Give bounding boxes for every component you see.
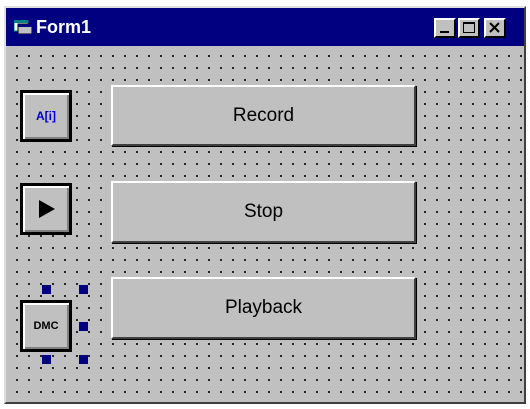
selection-handle-bottom-right[interactable] (79, 355, 88, 364)
array-control[interactable]: A[i] (20, 90, 72, 142)
play-control[interactable] (20, 183, 72, 235)
close-icon (489, 22, 500, 33)
title-bar[interactable]: Form1 (6, 8, 524, 46)
dmc-control[interactable]: DMC (20, 300, 72, 352)
selection-handle-right[interactable] (79, 322, 88, 331)
record-button-label: Record (232, 104, 295, 126)
record-button[interactable]: Record (111, 85, 416, 146)
dmc-control-label: DMC (33, 320, 59, 332)
selection-handle-top-left[interactable] (42, 285, 51, 294)
selection-handle-bottom-left[interactable] (42, 355, 51, 364)
selection-handle-top-right[interactable] (79, 285, 88, 294)
maximize-button[interactable] (458, 18, 480, 38)
play-icon (39, 200, 55, 218)
form-design-surface[interactable]: A[i] DMC Record Stop Playback (9, 48, 524, 402)
close-button[interactable] (484, 18, 506, 38)
form-window: Form1 A[i] DMC Record Stop Playback (4, 6, 526, 404)
minimize-button[interactable] (434, 18, 456, 38)
array-control-label: A[i] (36, 109, 56, 123)
form-icon (14, 20, 32, 34)
window-title: Form1 (36, 17, 92, 37)
playback-button[interactable]: Playback (111, 277, 416, 339)
minimize-icon (440, 31, 449, 33)
maximize-icon (463, 22, 475, 33)
stop-button[interactable]: Stop (111, 181, 416, 243)
playback-button-label: Playback (224, 297, 303, 318)
stop-button-label: Stop (243, 201, 284, 222)
